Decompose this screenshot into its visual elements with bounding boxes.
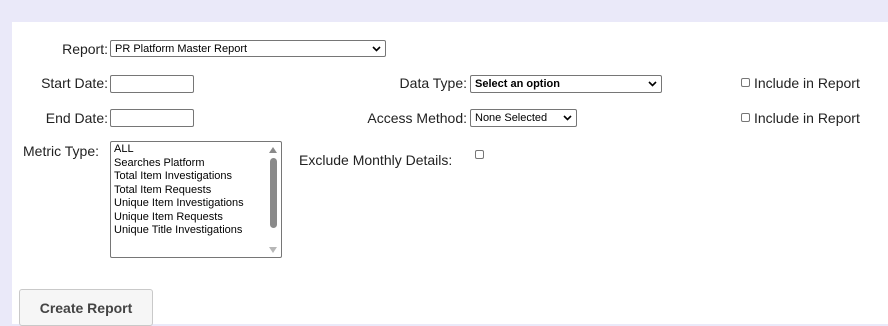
metric-type-listbox[interactable]: ALL Searches Platform Total Item Investi… — [110, 141, 282, 258]
access-method-label: Access Method: — [367, 110, 467, 126]
report-select[interactable]: PR Platform Master Report — [110, 40, 386, 57]
report-label: Report: — [62, 41, 108, 57]
metric-option[interactable]: Total Item Investigations — [114, 170, 281, 184]
include-access-method-checkbox[interactable] — [741, 113, 750, 122]
metric-option[interactable]: Unique Title Investigations — [114, 224, 281, 238]
metric-option[interactable]: Unique Item Requests — [114, 211, 281, 225]
listbox-scrollbar[interactable] — [268, 143, 280, 256]
start-date-input[interactable] — [110, 75, 194, 93]
scrollbar-thumb[interactable] — [270, 158, 277, 228]
end-date-label: End Date: — [45, 110, 108, 126]
include-data-type-checkbox[interactable] — [741, 78, 750, 87]
metric-option[interactable]: Unique Item Investigations — [114, 197, 281, 211]
chevron-down-icon — [371, 44, 381, 54]
access-method-select-value: None Selected — [475, 112, 548, 124]
chevron-down-icon — [647, 79, 657, 89]
start-date-label: Start Date: — [41, 75, 108, 91]
data-type-select-value: Select an option — [475, 78, 560, 90]
scroll-up-icon[interactable] — [269, 147, 277, 153]
metric-option[interactable]: ALL — [114, 143, 281, 157]
metric-option[interactable]: Searches Platform — [114, 157, 281, 171]
metric-option[interactable]: Total Item Requests — [114, 184, 281, 198]
include-data-type-label: Include in Report — [754, 75, 860, 91]
include-access-method-label: Include in Report — [754, 110, 860, 126]
end-date-input[interactable] — [110, 109, 194, 127]
exclude-monthly-checkbox[interactable] — [475, 150, 484, 159]
exclude-monthly-label: Exclude Monthly Details: — [299, 152, 453, 168]
scroll-down-icon[interactable] — [269, 247, 277, 253]
data-type-label: Data Type: — [399, 75, 467, 91]
data-type-select[interactable]: Select an option — [470, 75, 662, 93]
access-method-select[interactable]: None Selected — [470, 109, 577, 127]
create-report-button[interactable]: Create Report — [19, 289, 153, 326]
chevron-down-icon — [562, 113, 572, 123]
report-select-value: PR Platform Master Report — [115, 42, 248, 55]
metric-type-label: Metric Type: — [23, 143, 99, 159]
